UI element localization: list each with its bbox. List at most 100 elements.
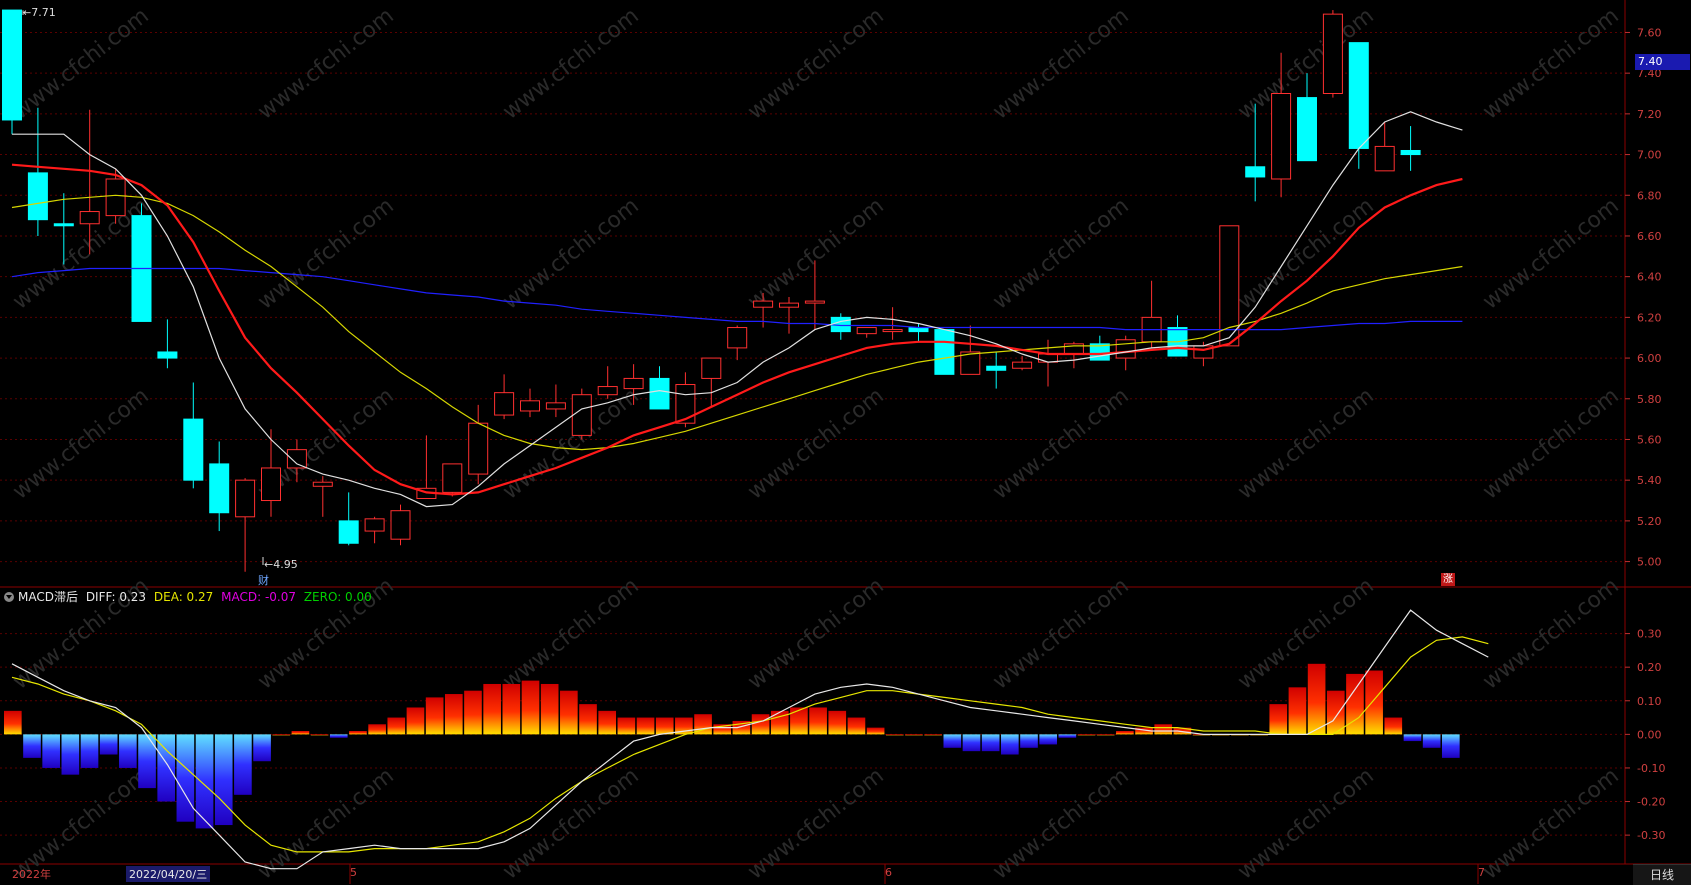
macd-histogram-bar <box>790 707 808 735</box>
watermark-text: www.cfchi.com <box>253 3 398 124</box>
candle-body <box>545 402 566 410</box>
candle-body <box>571 394 592 436</box>
macd-histogram-bar <box>636 717 655 735</box>
macd-histogram-bar <box>1001 734 1019 755</box>
candle-body <box>157 351 178 359</box>
candle-body <box>623 377 644 390</box>
macd-histogram-bar <box>253 734 271 762</box>
macd-histogram-bar <box>1058 734 1077 738</box>
macd-histogram-bar <box>368 724 386 735</box>
macd-histogram-bar <box>1116 731 1134 735</box>
watermark-text: www.cfchi.com <box>1478 573 1623 694</box>
price-tick-label: 5.40 <box>1637 474 1662 487</box>
macd-histogram-bar <box>924 734 942 736</box>
price-tick-label: 5.20 <box>1637 515 1662 528</box>
price-tick-label: 7.00 <box>1637 149 1662 162</box>
macd-histogram-bar <box>23 734 41 758</box>
zero-readout: ZERO: 0.00 <box>303 590 372 604</box>
candle-body <box>494 392 515 416</box>
candle-body <box>1374 145 1395 172</box>
macd-histogram-bar <box>1384 717 1403 735</box>
watermark-text: www.cfchi.com <box>988 763 1133 884</box>
watermark-text: www.cfchi.com <box>743 383 888 504</box>
watermark-text: www.cfchi.com <box>1233 763 1378 884</box>
macd-histogram-bar <box>1442 734 1460 758</box>
macd-histogram-bar <box>1288 687 1307 735</box>
macd-title[interactable]: MACD滞后 <box>18 590 78 604</box>
high-price-annotation: ⇤7.71 <box>22 6 56 19</box>
candle-body <box>701 357 722 379</box>
candle-body <box>1322 13 1343 95</box>
watermark-text: www.cfchi.com <box>988 193 1133 314</box>
macd-histogram-bar <box>329 734 348 738</box>
collapse-icon[interactable] <box>4 592 14 602</box>
candle-body <box>727 327 748 349</box>
watermark-text: www.cfchi.com <box>498 3 643 124</box>
rise-event-marker[interactable]: 涨 <box>1441 573 1455 586</box>
candle-body <box>675 384 696 424</box>
watermark-text: www.cfchi.com <box>988 573 1133 694</box>
macd-tick-label: -0.20 <box>1637 796 1665 809</box>
price-tick-label: 6.40 <box>1637 271 1662 284</box>
candle-body <box>183 418 204 481</box>
macd-histogram-bar <box>157 734 176 802</box>
candle-body <box>468 422 489 475</box>
macd-histogram-bar <box>1096 734 1115 736</box>
ma20-line <box>11 194 1463 451</box>
candle-body <box>856 327 877 335</box>
macd-histogram-bar <box>1307 663 1326 735</box>
candle-body <box>1012 361 1033 369</box>
macd-tick-label: -0.30 <box>1637 829 1665 842</box>
watermark-text: www.cfchi.com <box>498 193 643 314</box>
macd-histogram-bar <box>1269 704 1288 735</box>
kline-chart-svg: 7.60 7.40 7.20 7.00 6.80 6.60 6.40 6.20 6.00 5.80… <box>0 0 1691 884</box>
date-cursor-label: 2022/04/20/三 <box>126 866 211 882</box>
low-price-annotation: ←4.95 <box>264 558 298 571</box>
candle-body <box>986 365 1007 371</box>
candle-body <box>908 327 929 333</box>
macd-histogram-bar <box>981 734 1000 752</box>
macd-indicator-header: MACD滞后 DIFF: 0.23 DEA: 0.27 MACD: -0.07 … <box>4 588 376 605</box>
watermark-text: www.cfchi.com <box>8 383 153 504</box>
macd-histogram-bar <box>1403 734 1422 742</box>
high-price-value: 7.71 <box>31 6 56 19</box>
candle-body <box>597 386 618 396</box>
candle-body <box>804 300 825 304</box>
watermark-text: www.cfchi.com <box>498 573 643 694</box>
finance-event-marker[interactable]: 财 <box>258 572 269 588</box>
price-tick-label: 6.60 <box>1637 230 1662 243</box>
candle-body <box>1348 42 1369 149</box>
watermark-text: www.cfchi.com <box>1233 193 1378 314</box>
macd-histogram-bar <box>560 690 578 735</box>
macd-histogram-bar <box>119 734 137 768</box>
macd-histogram-bar <box>885 734 904 736</box>
price-tick-label: 5.60 <box>1637 433 1662 446</box>
watermark-text: www.cfchi.com <box>8 3 153 124</box>
macd-histogram-bar <box>866 727 885 735</box>
macd-histogram-bar <box>502 683 521 735</box>
macd-histogram-bar <box>444 694 463 735</box>
watermark-text: www.cfchi.com <box>1478 383 1623 504</box>
macd-histogram-bar <box>272 734 291 736</box>
candle-body <box>1297 97 1317 162</box>
macd-histogram-bar <box>483 683 501 735</box>
price-tick-label: 6.20 <box>1637 311 1662 324</box>
macd-tick-label: 0.20 <box>1637 661 1662 674</box>
macd-histogram-bar <box>1077 734 1096 736</box>
watermark-text: www.cfchi.com <box>253 193 398 314</box>
watermark-text: www.cfchi.com <box>1478 3 1623 124</box>
watermark-text: www.cfchi.com <box>253 763 398 884</box>
candle-body <box>649 377 670 410</box>
macd-histogram-bar <box>751 714 770 735</box>
macd-histogram-bar <box>138 734 156 789</box>
candle-body <box>779 302 799 308</box>
macd-histogram-bar <box>1422 734 1441 748</box>
date-month-7: 7 <box>1478 866 1485 879</box>
price-tick-label: 5.00 <box>1637 556 1662 569</box>
date-month-6: 6 <box>885 866 892 879</box>
candle-body <box>364 518 385 532</box>
diff-readout: DIFF: 0.23 <box>85 590 147 604</box>
candle-body <box>209 463 230 514</box>
kline-chart-stage: 7.60 7.40 7.20 7.00 6.80 6.60 6.40 6.20 6.00 5.80… <box>0 0 1691 885</box>
period-selector[interactable]: 日线 <box>1633 864 1691 885</box>
